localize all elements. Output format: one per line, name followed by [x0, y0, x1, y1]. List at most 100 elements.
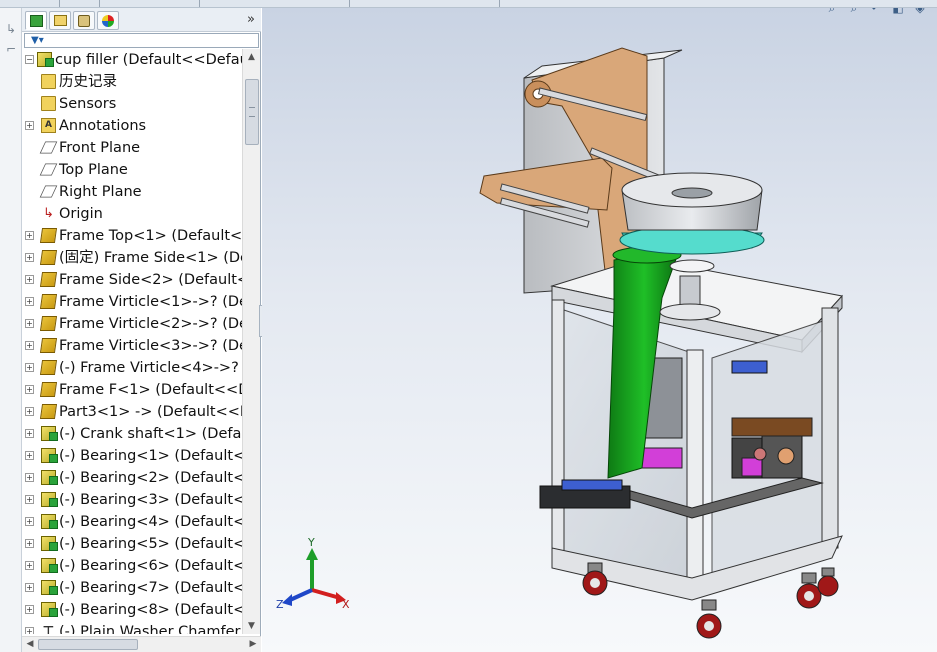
pin-icon[interactable]: ↳ [4, 22, 18, 36]
expand-toggle[interactable]: + [25, 407, 34, 416]
tree-item[interactable]: + ⊤ (-) Plain Washer Chamfer [22, 621, 242, 634]
expand-toggle[interactable]: + [25, 275, 34, 284]
tree-item-label: Frame Virticle<3>->? (De [59, 338, 242, 354]
step-icon[interactable]: ⌐ [4, 42, 18, 56]
tree-item[interactable]: + Frame Side<2> (Default< [22, 269, 242, 291]
expand-toggle[interactable]: + [25, 605, 34, 614]
tree-item[interactable]: + (-) Frame Virticle<4>->? [22, 357, 242, 379]
tree-item-label: (-) Crank shaft<1> (Defau [59, 426, 242, 442]
part-icon [39, 294, 58, 309]
funnel-icon[interactable]: ▼▾ [31, 34, 44, 48]
configuration-icon [78, 14, 90, 27]
tree-item[interactable]: + A Annotations [22, 115, 242, 137]
appearance-icon [102, 14, 114, 27]
tree-item[interactable]: Sensors [22, 93, 242, 115]
feature-manager-tab[interactable] [25, 11, 47, 30]
expand-toggle[interactable]: + [25, 583, 34, 592]
tree-item[interactable]: + (-) Bearing<6> (Default< [22, 555, 242, 577]
tree-item-label: (固定) Frame Side<1> (De [59, 250, 242, 266]
tree-vertical-scrollbar[interactable]: ▲ ▼ [242, 49, 260, 634]
scroll-up-icon[interactable]: ▲ [243, 49, 260, 65]
plane-icon [39, 185, 58, 198]
expand-toggle[interactable]: + [25, 231, 34, 240]
machine-model[interactable]: Y X Z [262, 8, 937, 652]
expand-toggle[interactable]: + [25, 451, 34, 460]
top-toolbar-strip [0, 0, 937, 8]
tree-item[interactable]: + (-) Bearing<8> (Default< [22, 599, 242, 621]
tree-root-label: cup filler (Default<<Default [55, 52, 242, 68]
expand-toggle[interactable]: + [25, 495, 34, 504]
scroll-thumb[interactable] [38, 639, 138, 650]
part-icon [39, 228, 58, 243]
subassembly-icon [41, 514, 58, 529]
tree-item[interactable]: Front Plane [22, 137, 242, 159]
toolbar-segment[interactable] [350, 0, 500, 7]
expand-toggle[interactable]: + [25, 253, 34, 262]
tree-item[interactable]: + (-) Bearing<2> (Default< [22, 467, 242, 489]
tree-item[interactable]: + (固定) Frame Side<1> (De [22, 247, 242, 269]
tree-item[interactable]: + (-) Bearing<7> (Default< [22, 577, 242, 599]
expand-toggle[interactable]: + [25, 341, 34, 350]
tree-item[interactable]: + Frame Top<1> (Default< [22, 225, 242, 247]
sensors-icon [41, 96, 56, 111]
tree-root-assembly[interactable]: − cup filler (Default<<Default [22, 49, 242, 71]
subassembly-icon [41, 580, 58, 595]
expand-toggle[interactable]: + [25, 473, 34, 482]
display-manager-tab[interactable] [97, 11, 119, 30]
panel-tab-bar: » [22, 8, 261, 32]
tree-item[interactable]: + Part3<1> -> (Default<<D [22, 401, 242, 423]
expand-toggle[interactable]: + [25, 539, 34, 548]
scroll-thumb[interactable] [245, 79, 259, 145]
tree-item[interactable]: + Frame F<1> (Default<<D [22, 379, 242, 401]
expand-toggle[interactable]: + [25, 429, 34, 438]
expand-toggle[interactable]: + [25, 363, 34, 372]
tree-item[interactable]: + Frame Virticle<1>->? (De [22, 291, 242, 313]
tree-item[interactable]: ↳ Origin [22, 203, 242, 225]
tree-item[interactable]: 历史记录 [22, 71, 242, 93]
tree-item[interactable]: + Frame Virticle<2>->? (De [22, 313, 242, 335]
tree-item[interactable]: + Frame Virticle<3>->? (De [22, 335, 242, 357]
part-icon [39, 404, 58, 419]
expand-toggle[interactable]: + [25, 297, 34, 306]
toolbar-segment[interactable] [0, 0, 60, 7]
tree-item[interactable]: + (-) Crank shaft<1> (Defau [22, 423, 242, 445]
toolbar-segment[interactable] [60, 0, 100, 7]
toolbar-segment[interactable] [100, 0, 200, 7]
scroll-left-icon[interactable]: ◀ [22, 637, 38, 652]
part-icon [39, 382, 58, 397]
tree-item-label: Frame Virticle<2>->? (De [59, 316, 242, 332]
tree-item[interactable]: + (-) Bearing<3> (Default< [22, 489, 242, 511]
tree-item[interactable]: Top Plane [22, 159, 242, 181]
scroll-right-icon[interactable]: ▶ [245, 637, 261, 652]
tree-horizontal-scrollbar[interactable]: ◀ ▶ [22, 636, 261, 652]
scroll-down-icon[interactable]: ▼ [243, 618, 260, 634]
tree-item[interactable]: + (-) Bearing<5> (Default< [22, 533, 242, 555]
graphics-viewport[interactable]: ⌕ ⌕ ↶ ◧ ◈ Y X Z [262, 8, 937, 652]
expand-toggle[interactable]: + [25, 319, 34, 328]
configuration-manager-tab[interactable] [73, 11, 95, 30]
tree-item-label: Origin [59, 206, 103, 222]
tree-item-label: Frame Virticle<1>->? (De [59, 294, 242, 310]
toolbar-segment[interactable] [200, 0, 350, 7]
property-manager-tab[interactable] [49, 11, 71, 30]
collapse-arrow-icon[interactable]: » [247, 12, 255, 27]
tree-item-label: Part3<1> -> (Default<<D [59, 404, 242, 420]
part-icon [39, 250, 58, 265]
tree-item[interactable]: Right Plane [22, 181, 242, 203]
collapse-toggle[interactable]: − [25, 55, 34, 64]
tree-item-label: Front Plane [59, 140, 141, 156]
tree-item[interactable]: + (-) Bearing<1> (Default< [22, 445, 242, 467]
part-icon [39, 338, 58, 353]
expand-toggle[interactable]: + [25, 627, 34, 634]
tree-item-label: 历史记录 [59, 74, 117, 90]
history-icon [41, 74, 56, 89]
tree-item-label: Frame Side<2> (Default< [59, 272, 242, 288]
expand-toggle[interactable]: + [25, 517, 34, 526]
feature-tree: − cup filler (Default<<Default 历史记录 Sensors… [22, 49, 242, 634]
tree-item[interactable]: + (-) Bearing<4> (Default< [22, 511, 242, 533]
expand-toggle[interactable]: + [25, 385, 34, 394]
tree-filter-input[interactable]: ▼▾ [24, 33, 259, 48]
assembly-icon [37, 52, 54, 67]
expand-toggle[interactable]: + [25, 121, 34, 130]
expand-toggle[interactable]: + [25, 561, 34, 570]
